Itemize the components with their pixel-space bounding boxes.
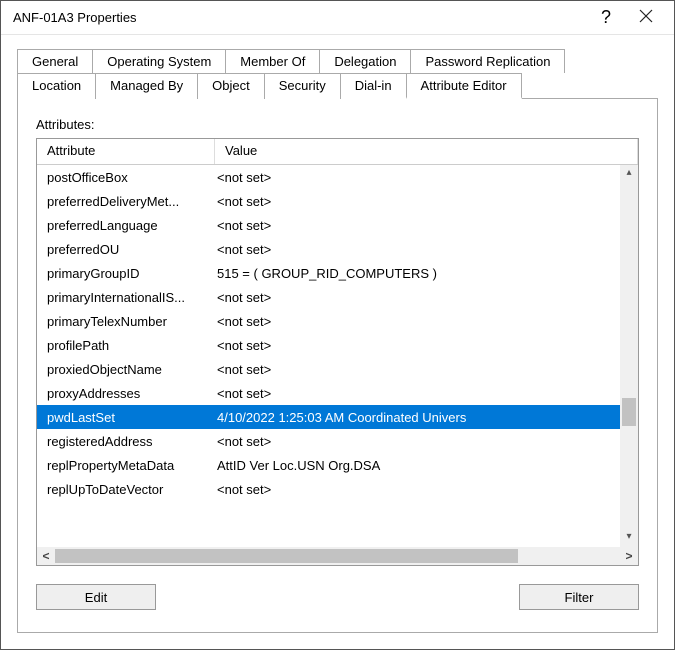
attribute-value: <not set>	[215, 434, 638, 449]
table-row[interactable]: primaryInternationalIS...<not set>	[37, 285, 638, 309]
list-body: postOfficeBox<not set>preferredDeliveryM…	[37, 165, 638, 547]
vscroll-track[interactable]	[620, 183, 638, 529]
table-row[interactable]: replUpToDateVector<not set>	[37, 477, 638, 501]
column-header-attribute[interactable]: Attribute	[37, 139, 215, 164]
attribute-name: proxyAddresses	[37, 386, 215, 401]
column-header-value[interactable]: Value	[215, 139, 638, 164]
table-row[interactable]: pwdLastSet4/10/2022 1:25:03 AM Coordinat…	[37, 405, 638, 429]
list-header: Attribute Value	[37, 139, 638, 165]
table-row[interactable]: replPropertyMetaData AttID Ver Loc.USN O…	[37, 453, 638, 477]
tab-attribute-editor[interactable]: Attribute Editor	[406, 73, 522, 99]
attribute-value: <not set>	[215, 290, 638, 305]
attribute-value: <not set>	[215, 194, 638, 209]
tab-row-1: General Operating System Member Of Deleg…	[17, 49, 658, 73]
table-row[interactable]: registeredAddress<not set>	[37, 429, 638, 453]
attribute-name: replPropertyMetaData	[37, 458, 215, 473]
attribute-name: preferredLanguage	[37, 218, 215, 233]
hscroll-track[interactable]	[55, 547, 620, 565]
tab-managed-by[interactable]: Managed By	[95, 73, 198, 99]
table-row[interactable]: proxyAddresses<not set>	[37, 381, 638, 405]
scroll-right-icon[interactable]: >	[620, 549, 638, 563]
scroll-left-icon[interactable]: <	[37, 549, 55, 563]
attribute-name: replUpToDateVector	[37, 482, 215, 497]
edit-button[interactable]: Edit	[36, 584, 156, 610]
tab-member-of[interactable]: Member Of	[225, 49, 320, 73]
properties-dialog: ANF-01A3 Properties ? General Operating …	[0, 0, 675, 650]
attribute-editor-panel: Attributes: Attribute Value postOfficeBo…	[17, 98, 658, 633]
attribute-name: preferredDeliveryMet...	[37, 194, 215, 209]
attribute-value: <not set>	[215, 314, 638, 329]
tab-row-2: Location Managed By Object Security Dial…	[17, 73, 658, 99]
tab-general[interactable]: General	[17, 49, 93, 73]
vertical-scrollbar[interactable]: ▴ ▾	[620, 165, 638, 547]
attribute-value: 515 = ( GROUP_RID_COMPUTERS )	[215, 266, 638, 281]
tab-security[interactable]: Security	[264, 73, 341, 99]
attribute-name: primaryInternationalIS...	[37, 290, 215, 305]
attribute-name: proxiedObjectName	[37, 362, 215, 377]
table-row[interactable]: preferredLanguage<not set>	[37, 213, 638, 237]
attribute-name: pwdLastSet	[37, 410, 215, 425]
tab-dial-in[interactable]: Dial-in	[340, 73, 407, 99]
close-icon	[639, 9, 653, 23]
table-row[interactable]: preferredOU<not set>	[37, 237, 638, 261]
scroll-up-icon[interactable]: ▴	[620, 165, 638, 183]
attribute-name: primaryGroupID	[37, 266, 215, 281]
attribute-value: <not set>	[215, 338, 638, 353]
dialog-content: General Operating System Member Of Deleg…	[1, 35, 674, 649]
attributes-label: Attributes:	[36, 117, 639, 132]
tab-password-replication[interactable]: Password Replication	[410, 49, 565, 73]
help-button[interactable]: ?	[586, 7, 626, 28]
attributes-listbox[interactable]: Attribute Value postOfficeBox<not set>pr…	[36, 138, 639, 566]
scroll-down-icon[interactable]: ▾	[620, 529, 638, 547]
window-title: ANF-01A3 Properties	[13, 10, 586, 25]
tab-object[interactable]: Object	[197, 73, 265, 99]
tab-delegation[interactable]: Delegation	[319, 49, 411, 73]
horizontal-scrollbar[interactable]: < >	[37, 547, 638, 565]
attribute-value: <not set>	[215, 386, 638, 401]
vscroll-thumb[interactable]	[622, 398, 636, 426]
table-row[interactable]: proxiedObjectName<not set>	[37, 357, 638, 381]
attribute-value: 4/10/2022 1:25:03 AM Coordinated Univers	[215, 410, 638, 425]
table-row[interactable]: postOfficeBox<not set>	[37, 165, 638, 189]
tab-location[interactable]: Location	[17, 73, 96, 99]
filter-button[interactable]: Filter	[519, 584, 639, 610]
close-button[interactable]	[626, 9, 666, 27]
attribute-name: postOfficeBox	[37, 170, 215, 185]
attribute-name: profilePath	[37, 338, 215, 353]
table-row[interactable]: primaryTelexNumber<not set>	[37, 309, 638, 333]
attribute-value: AttID Ver Loc.USN Org.DSA	[215, 458, 638, 473]
table-row[interactable]: preferredDeliveryMet...<not set>	[37, 189, 638, 213]
attribute-name: preferredOU	[37, 242, 215, 257]
attribute-name: registeredAddress	[37, 434, 215, 449]
tab-operating-system[interactable]: Operating System	[92, 49, 226, 73]
attribute-value: <not set>	[215, 170, 638, 185]
attribute-value: <not set>	[215, 242, 638, 257]
attribute-value: <not set>	[215, 218, 638, 233]
table-row[interactable]: profilePath<not set>	[37, 333, 638, 357]
attribute-value: <not set>	[215, 482, 638, 497]
table-row[interactable]: primaryGroupID515 = ( GROUP_RID_COMPUTER…	[37, 261, 638, 285]
attribute-name: primaryTelexNumber	[37, 314, 215, 329]
hscroll-thumb[interactable]	[55, 549, 518, 563]
attribute-value: <not set>	[215, 362, 638, 377]
titlebar: ANF-01A3 Properties ?	[1, 1, 674, 35]
button-row: Edit Filter	[36, 584, 639, 610]
